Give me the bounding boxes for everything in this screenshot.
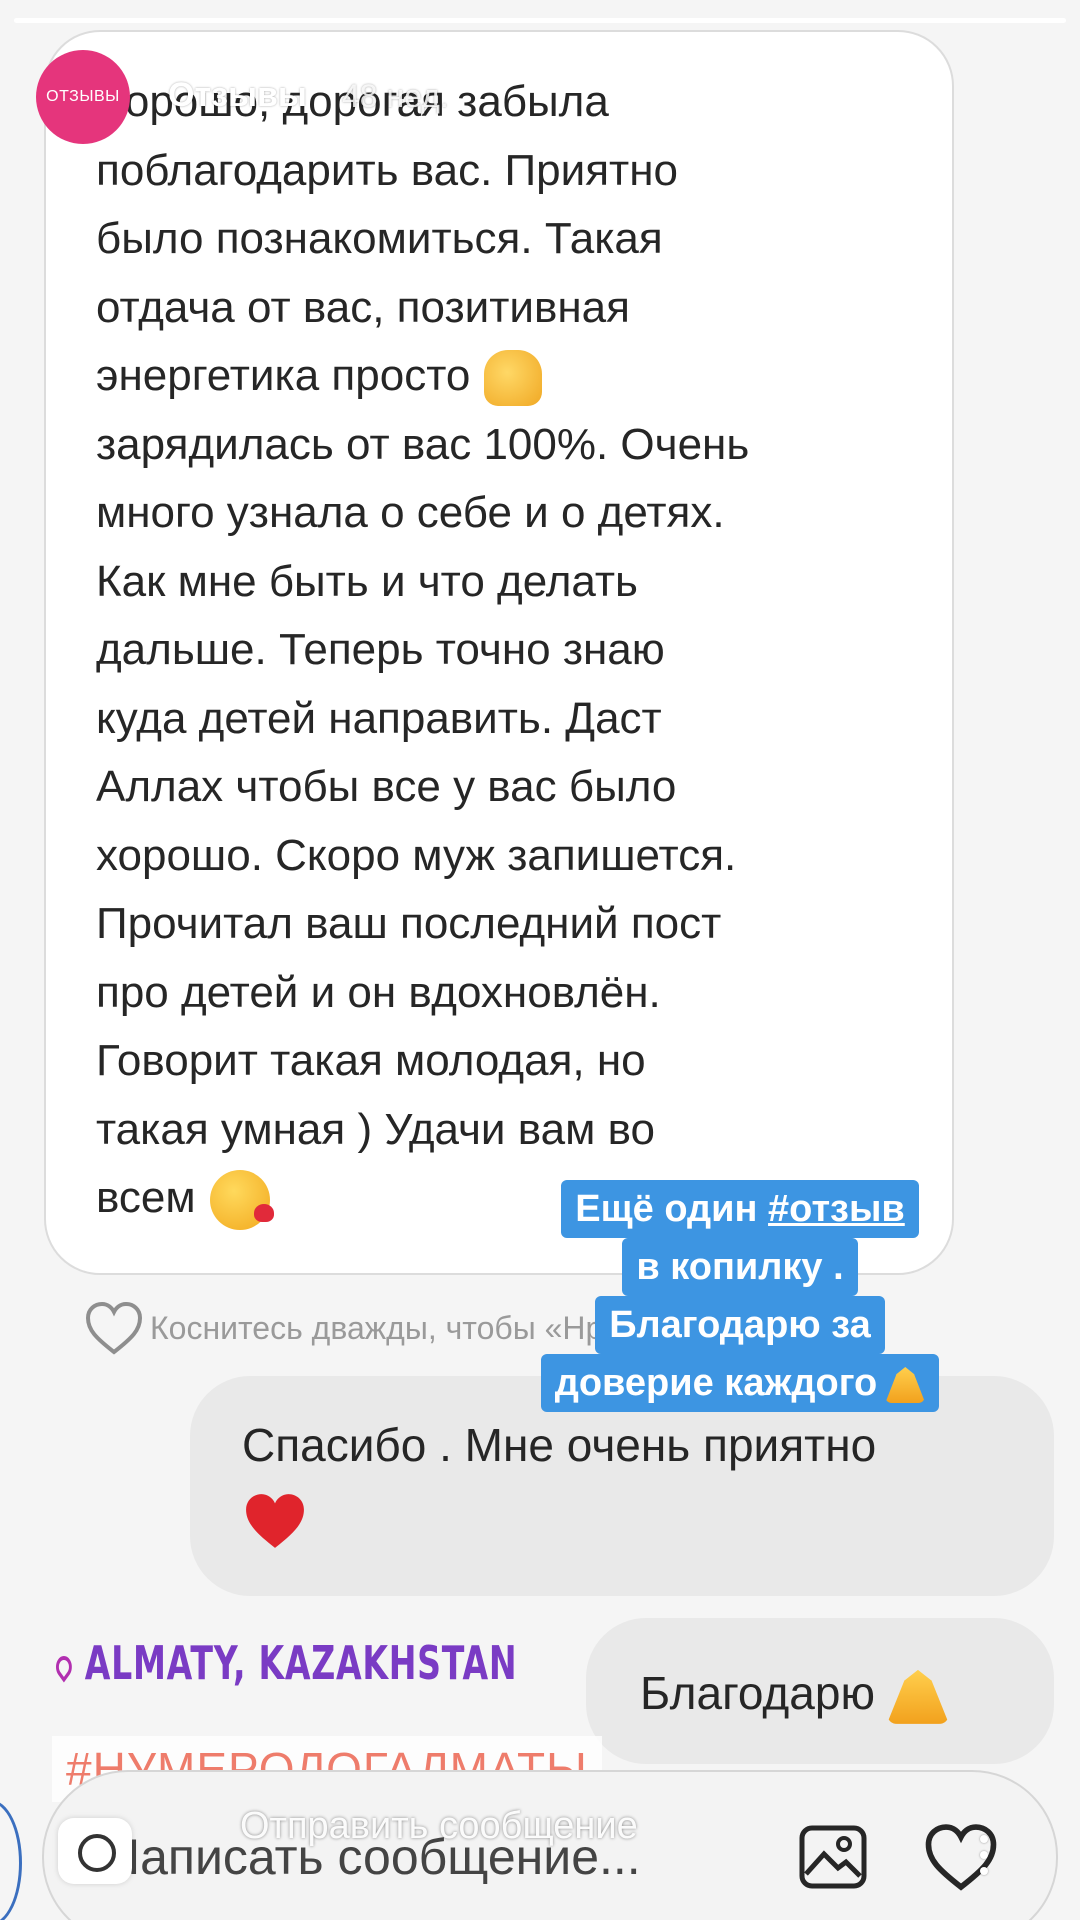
caption-line-1: Ещё один #отзыв bbox=[561, 1180, 919, 1238]
story-progress-bar bbox=[14, 18, 1066, 23]
caption-line-4-text: доверие каждого bbox=[554, 1362, 878, 1404]
incoming-message-text: Хорошо, дорогая забыла поблагодарить вас… bbox=[96, 68, 936, 1233]
caption-line-1-prefix: Ещё один bbox=[575, 1188, 769, 1230]
location-sticker[interactable]: ALMATY, KAZAKHSTAN bbox=[52, 1636, 518, 1690]
reply-text-1: Спасибо . Мне очень приятно bbox=[242, 1419, 877, 1471]
message-part-1: Хорошо, дорогая забыла поблагодарить вас… bbox=[96, 77, 678, 400]
kissing-face-icon bbox=[209, 1170, 274, 1231]
story-edge-ring bbox=[0, 1800, 22, 1920]
thumbs-up-icon bbox=[484, 350, 543, 407]
message-part-2: зарядилась от вас 100%. Очень много узна… bbox=[96, 419, 750, 1223]
avatar-label: ОТЗЫВЫ bbox=[46, 88, 120, 105]
reply-text-2: Благодарю bbox=[640, 1666, 949, 1724]
more-options-icon[interactable] bbox=[980, 1835, 990, 1879]
location-pin-icon bbox=[52, 1650, 76, 1683]
folded-hands-icon bbox=[885, 1366, 926, 1403]
heart-outline-icon bbox=[85, 1301, 143, 1355]
camera-button[interactable] bbox=[58, 1818, 132, 1884]
location-label: ALMATY, KAZAKHSTAN bbox=[84, 1636, 518, 1690]
caption-hashtag[interactable]: #отзыв bbox=[768, 1188, 905, 1230]
avatar[interactable]: ОТЗЫВЫ bbox=[36, 50, 130, 144]
gallery-icon bbox=[799, 1825, 867, 1889]
send-message-input[interactable]: Отправить сообщение bbox=[240, 1805, 638, 1848]
story-time: 48 нед. bbox=[342, 78, 449, 114]
caption-line-2: в копилку . bbox=[622, 1238, 858, 1296]
account-name[interactable]: Отзывы bbox=[168, 76, 307, 115]
caption-line-4: доверие каждого bbox=[540, 1354, 940, 1412]
folded-hands-icon bbox=[886, 1669, 949, 1724]
reply-text-2-label: Благодарю bbox=[640, 1667, 875, 1719]
story-screen: Хорошо, дорогая забыла поблагодарить вас… bbox=[0, 0, 1080, 1920]
red-heart-icon bbox=[246, 1494, 304, 1548]
story-progress-fill bbox=[14, 18, 1066, 23]
caption-line-3: Благодарю за bbox=[595, 1296, 885, 1354]
caption-sticker: Ещё один #отзыв в копилку . Благодарю за… bbox=[510, 1180, 970, 1412]
